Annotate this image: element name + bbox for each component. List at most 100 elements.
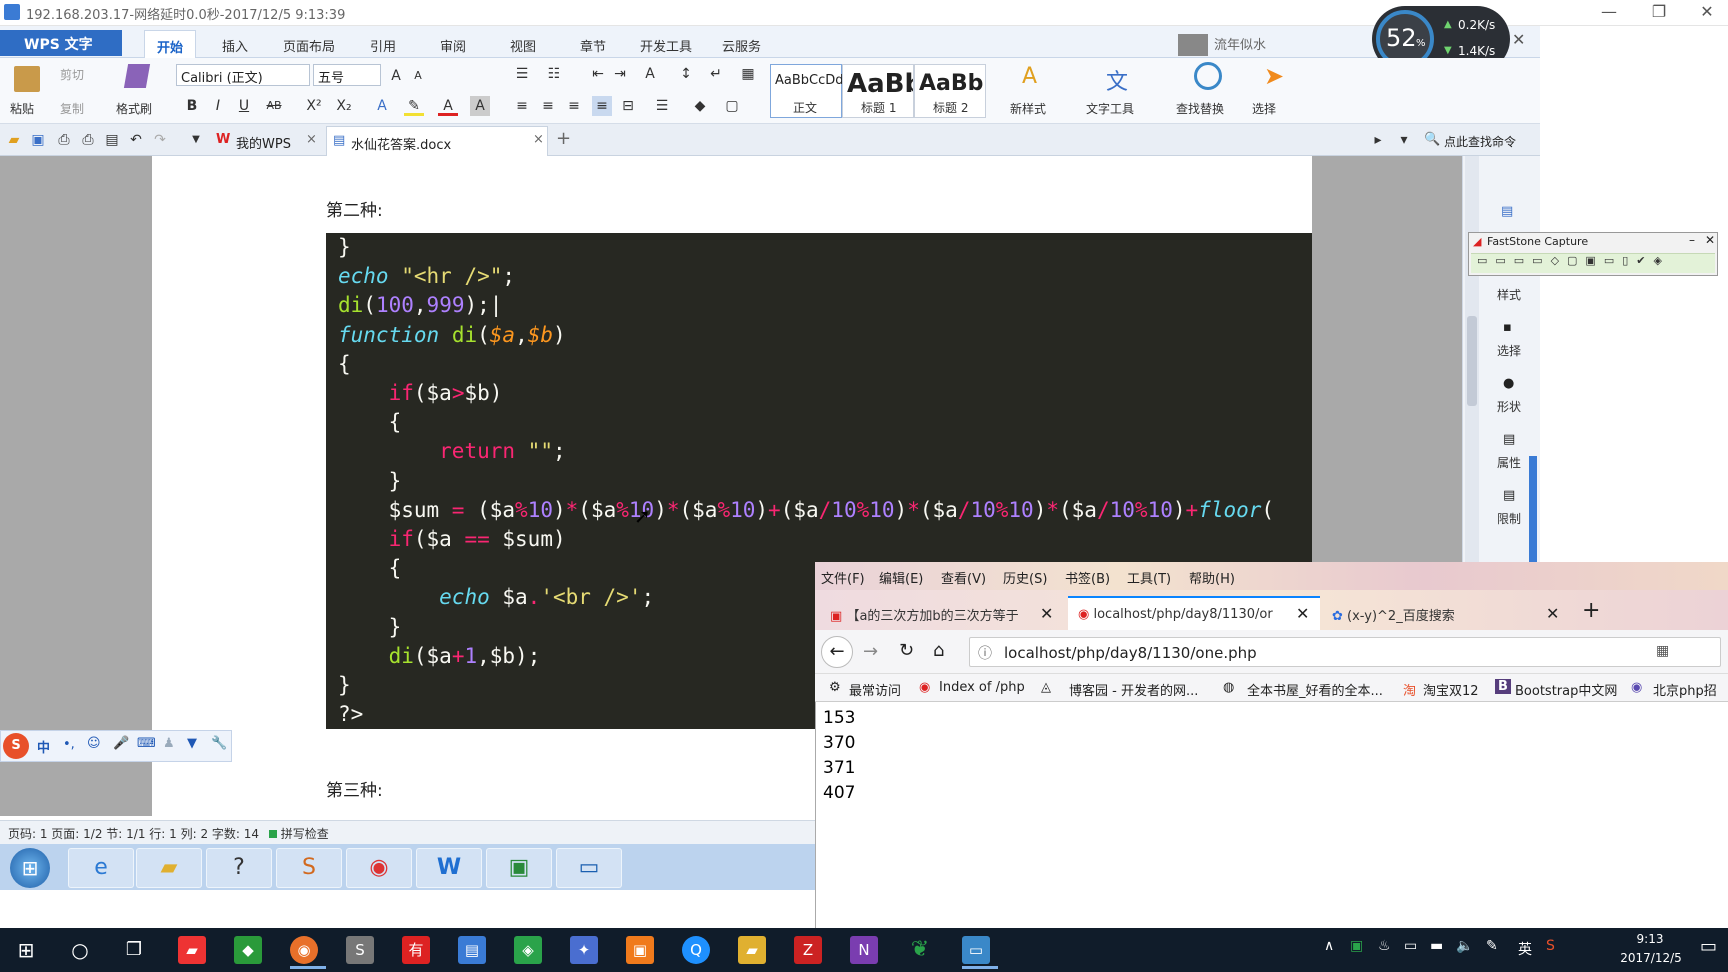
tab-active-doc[interactable]: ▤ 水仙花答案.docx ×: [326, 126, 548, 156]
align-justify-icon[interactable]: ≡: [592, 96, 612, 116]
panel-select[interactable]: 选择: [1497, 342, 1521, 359]
faststone-capture-buttons[interactable]: ▭▭▭▭◇▢▣▭▯✔◈: [1471, 253, 1715, 273]
new-style-button[interactable]: 新样式: [1010, 100, 1046, 117]
shapes-icon[interactable]: ●: [1503, 376, 1514, 391]
tab-my-wps[interactable]: 我的WPS: [236, 133, 291, 152]
skin-shirt-icon[interactable]: ▼: [187, 736, 197, 751]
menu-edit[interactable]: 编辑(E): [879, 568, 923, 587]
bookmark-taobao[interactable]: 淘宝双12: [1423, 680, 1479, 699]
style-heading-1[interactable]: AaBb 标题 1: [842, 64, 914, 118]
filezilla-icon[interactable]: Z: [794, 936, 822, 964]
browser-tab[interactable]: ▣ 【a的三次方加b的三次方等于: [820, 596, 1066, 630]
style-heading-2[interactable]: AaBb( 标题 2: [914, 64, 986, 118]
input-language[interactable]: 英: [1518, 939, 1532, 959]
user-avatar[interactable]: [1178, 34, 1208, 56]
increase-indent-icon[interactable]: ⇥: [610, 64, 630, 84]
font-color-icon[interactable]: A: [438, 96, 458, 116]
text-tools-icon[interactable]: 文: [1106, 64, 1128, 96]
firefox-taskbar-icon[interactable]: ◉: [290, 936, 318, 964]
site-info-icon[interactable]: ⓘ: [978, 643, 992, 663]
sogou-tray-icon[interactable]: S: [1546, 938, 1555, 954]
youdao-icon[interactable]: 有: [402, 936, 430, 964]
chrome-icon[interactable]: ◉: [346, 848, 412, 888]
underline-icon[interactable]: U: [234, 96, 254, 116]
panel-properties[interactable]: 属性: [1497, 454, 1521, 471]
wps-app-button[interactable]: WPS 文字: [0, 30, 122, 56]
format-painter-icon[interactable]: [123, 64, 151, 88]
show-marks-icon[interactable]: ↵: [706, 64, 726, 84]
task-view-icon[interactable]: ❐: [120, 936, 148, 964]
shading-fill-icon[interactable]: ◆: [690, 96, 710, 116]
find-replace-icon[interactable]: [1194, 62, 1222, 90]
select-button[interactable]: 选择: [1252, 100, 1276, 117]
tab-view[interactable]: 视图: [510, 36, 536, 55]
bookmark-beijing-php[interactable]: 北京php招: [1653, 680, 1717, 699]
bookmark-most-visited[interactable]: 最常访问: [849, 680, 901, 699]
display-icon[interactable]: ▭: [1404, 938, 1417, 954]
battery-icon[interactable]: ▬: [1430, 938, 1443, 954]
bookmark-quanben[interactable]: 全本书屋_好看的全本...: [1247, 680, 1383, 699]
paste-button[interactable]: 粘贴: [10, 100, 34, 117]
ribbon-close-icon[interactable]: ✕: [1512, 30, 1525, 49]
menu-tools[interactable]: 工具(T): [1127, 568, 1171, 587]
close-tab-icon[interactable]: ×: [533, 132, 544, 147]
command-search[interactable]: 点此查找命令: [1444, 133, 1516, 150]
win7-start-icon[interactable]: ⊞: [10, 848, 50, 888]
onenote-icon[interactable]: N: [850, 936, 878, 964]
strikethrough-icon[interactable]: AB: [264, 96, 284, 116]
wps-taskbar-icon[interactable]: W: [416, 848, 482, 888]
quick-access-dropdown-icon[interactable]: ▼: [186, 130, 206, 150]
remote-desktop-taskbar-icon[interactable]: ▭: [962, 936, 990, 964]
distribute-icon[interactable]: ⊟: [618, 96, 638, 116]
tab-start[interactable]: 开始: [144, 30, 197, 58]
minimize-button[interactable]: —: [1586, 0, 1632, 26]
taskbar-app-icon[interactable]: ◆: [234, 936, 262, 964]
bookmark-index-php[interactable]: Index of /php: [939, 680, 1025, 695]
decrease-indent-icon[interactable]: ⇤: [588, 64, 608, 84]
print-preview-icon[interactable]: ▤: [102, 130, 122, 150]
sublime-icon[interactable]: S: [276, 848, 342, 888]
ime-toolbar[interactable]: S 中 •, ☺ 🎤 ⌨ ♟ ▼ 🔧: [0, 730, 232, 762]
emoji-icon[interactable]: ☺: [87, 736, 101, 751]
tray-app-icon[interactable]: ▣: [1350, 938, 1363, 954]
subscript-icon[interactable]: X₂: [334, 96, 354, 116]
keyboard-icon[interactable]: ⌨: [137, 736, 156, 751]
panel-shapes[interactable]: 形状: [1497, 398, 1521, 415]
change-case-icon[interactable]: A: [640, 64, 660, 84]
tab-references[interactable]: 引用: [370, 36, 396, 55]
print-icon[interactable]: ⎙: [78, 130, 98, 150]
align-left-icon[interactable]: ≡: [512, 96, 532, 116]
faststone-close-icon[interactable]: ✕: [1705, 233, 1715, 247]
tab-insert[interactable]: 插入: [222, 36, 248, 55]
bullets-icon[interactable]: ☰: [512, 64, 532, 84]
wechat-icon[interactable]: ❦: [906, 936, 934, 964]
tab-page-layout[interactable]: 页面布局: [283, 36, 335, 55]
close-tab-icon[interactable]: ✕: [1296, 604, 1309, 623]
pen-icon[interactable]: ✎: [1486, 938, 1498, 954]
taskbar-app-icon[interactable]: ✦: [570, 936, 598, 964]
numbering-icon[interactable]: ☷: [544, 64, 564, 84]
export-icon[interactable]: ⎙: [54, 130, 74, 150]
punctuation-icon[interactable]: •,: [63, 737, 75, 752]
grow-font-icon[interactable]: A: [386, 66, 406, 86]
microphone-icon[interactable]: 🎤: [113, 736, 129, 751]
bold-icon[interactable]: B: [182, 96, 202, 116]
user-name[interactable]: 流年似水: [1214, 34, 1266, 53]
doc-share-icon[interactable]: ▸: [1368, 130, 1388, 150]
forward-icon[interactable]: →: [863, 641, 878, 662]
font-size-select[interactable]: 五号: [313, 64, 381, 86]
tab-cloud[interactable]: 云服务: [722, 36, 761, 55]
redo-icon[interactable]: ↷: [150, 130, 170, 150]
reload-icon[interactable]: ↻: [899, 640, 914, 661]
help-icon[interactable]: ?: [206, 848, 272, 888]
close-button[interactable]: ✕: [1684, 0, 1728, 26]
user-icon[interactable]: ♟: [163, 736, 175, 751]
superscript-icon[interactable]: X²: [304, 96, 324, 116]
taskbar-app-icon[interactable]: ▣: [626, 936, 654, 964]
align-center-icon[interactable]: ≡: [538, 96, 558, 116]
cut-button[interactable]: 剪切: [60, 66, 84, 83]
evernote-icon[interactable]: ▣: [486, 848, 552, 888]
copy-button[interactable]: 复制: [60, 100, 84, 117]
text-effect-icon[interactable]: A: [372, 96, 392, 116]
restrict-icon[interactable]: ▤: [1503, 488, 1515, 503]
